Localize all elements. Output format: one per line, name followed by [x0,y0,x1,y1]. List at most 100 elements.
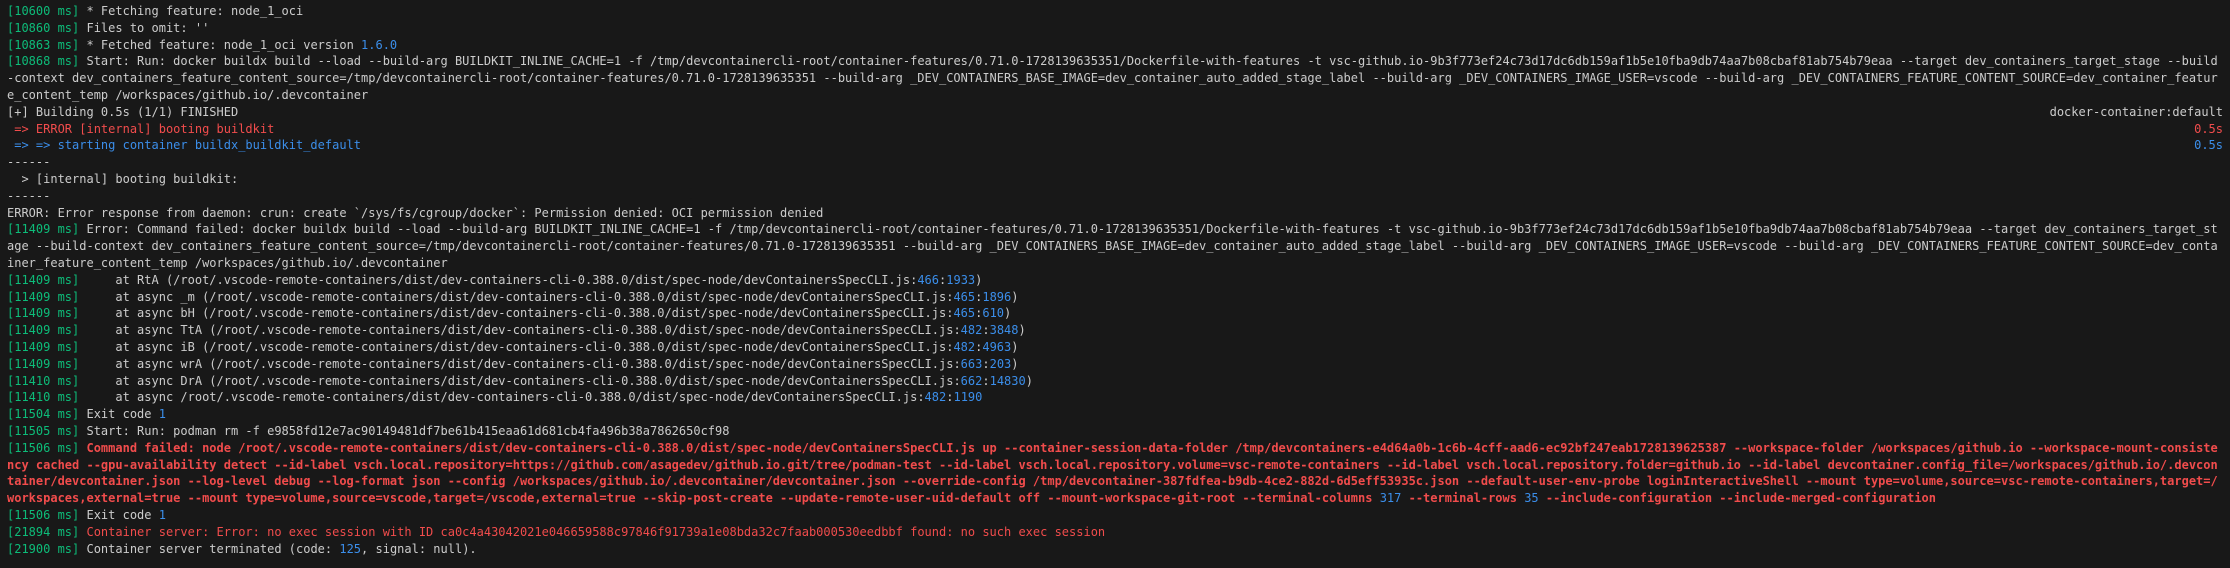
log-timestamp: [10860 ms] [7,20,87,35]
terminal-line: => => starting container buildx_buildkit… [7,137,2223,154]
terminal-line: > [internal] booting buildkit: [7,171,2223,188]
terminal-line: ERROR: Error response from daemon: crun:… [7,205,2223,222]
log-text: at async /root/.vscode-remote-containers… [86,390,925,405]
log-text: at async _m (/root/.vscode-remote-contai… [86,289,954,304]
log-text: 466 [917,272,940,287]
log-text: docker-container:default [2049,104,2223,119]
log-text: 0.5s [2194,121,2223,136]
log-text: : [982,323,990,338]
log-timestamp: [11506 ms] [7,440,87,455]
log-text: 125 [339,541,362,556]
log-text: ) [1011,356,1019,371]
log-text: ) [1025,373,1033,388]
log-text: at RtA (/root/.vscode-remote-containers/… [86,272,918,287]
terminal-line: [11504 ms] Exit code 1 [7,406,2223,423]
log-text: ------ [7,155,51,170]
log-text: at async iB (/root/.vscode-remote-contai… [86,339,954,354]
log-text: 0.5s [2194,138,2223,153]
log-text: Container server: Error: no exec session… [86,524,1106,539]
log-text: * Fetching feature: node_1_oci [86,4,304,18]
log-timestamp: [10863 ms] [7,37,87,52]
log-timestamp: [21894 ms] [7,524,87,539]
log-text: 1190 [953,390,983,405]
log-text: Files to omit: '' [86,20,210,35]
log-text: Exit code [86,507,159,522]
log-timestamp: [11409 ms] [7,339,87,354]
status-left: [+] Building 0.5s (1/1) FINISHED [7,104,238,121]
log-text: : [982,356,990,371]
log-text: * Fetched feature: node_1_oci version [86,37,362,52]
log-timestamp: [11409 ms] [7,289,87,304]
terminal-line: [+] Building 0.5s (1/1) FINISHED docker-c… [7,104,2223,121]
status-right: docker-container:default [2050,104,2223,121]
terminal-line: [10860 ms] Files to omit: '' [7,20,2223,37]
log-text: 1.6.0 [361,37,398,52]
log-text: 662 [960,373,983,388]
status-right: 0.5s [2194,137,2223,154]
terminal-line: [10863 ms] * Fetched feature: node_1_oci… [7,37,2223,54]
log-text: at async TtA (/root/.vscode-remote-conta… [86,323,961,338]
log-text: Start: Run: podman rm -f e9858fd12e7ac90… [86,423,730,438]
terminal-line: [11409 ms] at async iB (/root/.vscode-re… [7,339,2223,356]
log-text: 482 [953,339,976,354]
log-text: 4963 [982,339,1012,354]
terminal-line: [10868 ms] Start: Run: docker buildx bui… [7,53,2223,103]
log-timestamp: [11409 ms] [7,323,87,338]
log-text: at async wrA (/root/.vscode-remote-conta… [86,356,961,371]
log-text: ) [1004,306,1012,321]
terminal-line: [21894 ms] Container server: Error: no e… [7,524,2223,541]
terminal-line: [11505 ms] Start: Run: podman rm -f e985… [7,423,2223,440]
log-text: 3848 [989,323,1019,338]
terminal-line: ------ [7,154,2223,171]
log-text: => => starting container buildx_buildkit… [7,138,362,153]
log-timestamp: [21900 ms] [7,541,87,556]
log-timestamp: [11505 ms] [7,423,87,438]
log-text: 1 [158,507,166,522]
log-text: --terminal-rows [1401,491,1525,506]
terminal-line: [10600 ms] * Fetching feature: node_1_oc… [7,3,2223,20]
log-text: 1896 [982,289,1012,304]
terminal-output[interactable]: [10600 ms] * Fetching feature: node_1_oc… [0,0,2223,557]
log-timestamp: [11410 ms] [7,373,87,388]
log-text: 35 [1524,491,1539,506]
terminal-line: [21900 ms] Container server terminated (… [7,541,2223,558]
log-timestamp: [11409 ms] [7,272,87,287]
status-left: => => starting container buildx_buildkit… [7,137,361,154]
log-timestamp: [11410 ms] [7,390,87,405]
log-text: ) [1011,339,1019,354]
log-timestamp: [11409 ms] [7,306,87,321]
log-text: ------ [7,188,51,203]
terminal-line: => ERROR [internal] booting buildkit 0.5s [7,121,2223,138]
terminal-line: [11410 ms] at async /root/.vscode-remote… [7,389,2223,406]
log-text: --include-configuration --include-merged… [1538,491,1937,506]
log-text: 1 [158,407,166,422]
log-timestamp: [11504 ms] [7,407,87,422]
terminal-line: [11409 ms] at async TtA (/root/.vscode-r… [7,322,2223,339]
log-text: ) [1018,323,1026,338]
log-timestamp: [10600 ms] [7,4,87,18]
log-text: ERROR: Error response from daemon: crun:… [7,205,824,220]
log-text: 465 [953,289,976,304]
terminal-line: [11409 ms] at RtA (/root/.vscode-remote-… [7,272,2223,289]
log-text: 14830 [989,373,1026,388]
log-text: 465 [953,306,976,321]
log-text: : [982,373,990,388]
log-text: 482 [924,390,947,405]
status-left: => ERROR [internal] booting buildkit [7,121,274,138]
status-right: 0.5s [2194,121,2223,138]
log-text: Container server terminated (code: [86,541,340,556]
log-text: > [internal] booting buildkit: [7,171,239,186]
log-text: at async bH (/root/.vscode-remote-contai… [86,306,954,321]
terminal-line: [11506 ms] Exit code 1 [7,507,2223,524]
log-text: ) [975,272,983,287]
terminal-line: [11409 ms] at async bH (/root/.vscode-re… [7,305,2223,322]
log-text: Error: Command failed: docker buildx bui… [7,222,2218,270]
log-text: ) [1011,289,1019,304]
log-text: at async DrA (/root/.vscode-remote-conta… [86,373,961,388]
log-text: 203 [989,356,1012,371]
log-timestamp: [11409 ms] [7,356,87,371]
log-timestamp: [11409 ms] [7,222,87,237]
log-text: 663 [960,356,983,371]
log-text: 317 [1379,491,1402,506]
log-text: Start: Run: docker buildx build --load -… [7,54,2218,102]
